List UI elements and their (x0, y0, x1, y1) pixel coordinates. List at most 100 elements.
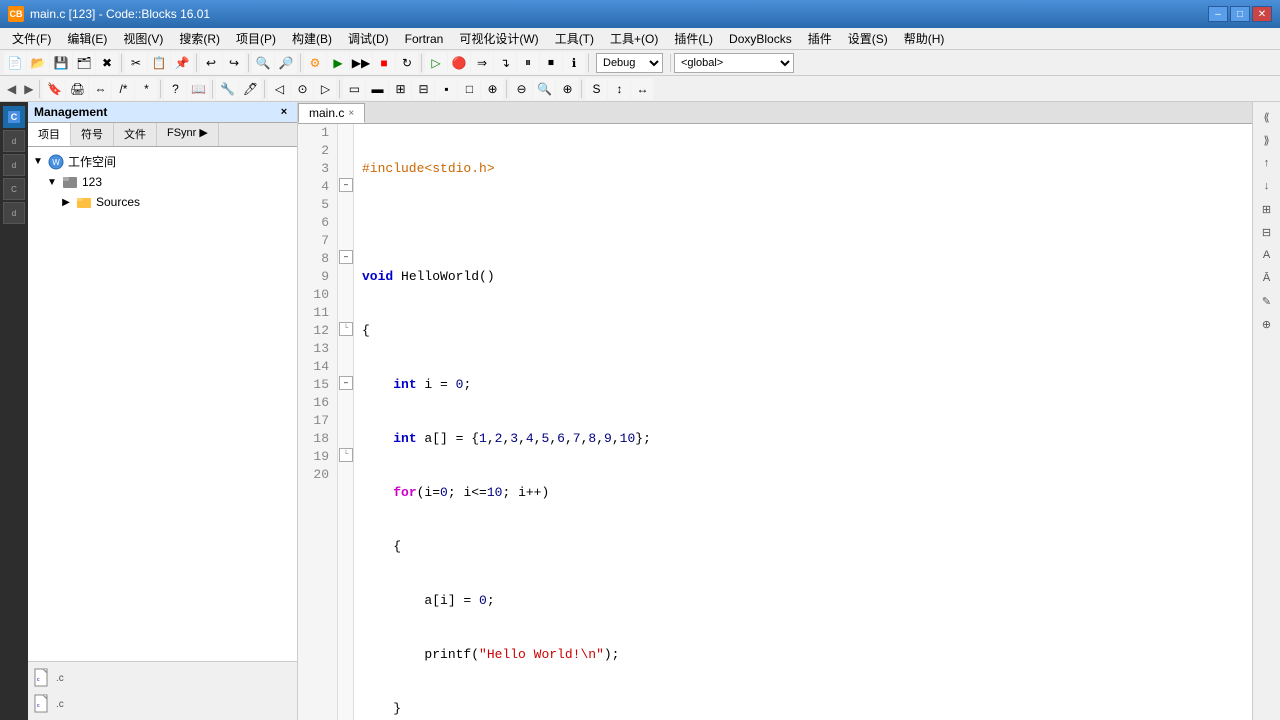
fold-btn-4[interactable]: – (339, 178, 353, 192)
layout-btn6[interactable]: □ (458, 78, 480, 100)
layout-btn5[interactable]: ▪ (435, 78, 457, 100)
code-lines[interactable]: #include<stdio.h> void HelloWorld() { in… (354, 124, 1252, 720)
extra-btn1[interactable]: S (585, 78, 607, 100)
file-icon-2[interactable]: c .c (32, 692, 293, 716)
menu-search[interactable]: 搜索(R) (171, 28, 228, 49)
save-file-button[interactable]: 💾 (50, 52, 72, 74)
maximize-button[interactable]: □ (1230, 6, 1250, 22)
debug-step-button[interactable]: ⇒ (471, 52, 493, 74)
docs-button[interactable]: 📖 (187, 78, 209, 100)
workspace-item[interactable]: ▼ W 工作空间 (32, 151, 293, 172)
undo-button[interactable]: ↩ (200, 52, 222, 74)
file-icon-1[interactable]: c .c (32, 666, 293, 690)
taskbar-icon-2[interactable]: d (3, 130, 25, 152)
build-button[interactable]: ⚙ (304, 52, 326, 74)
zoom-btn3[interactable]: ⊕ (556, 78, 578, 100)
right-icon-6[interactable]: ⊟ (1256, 221, 1278, 243)
menu-settings[interactable]: 设置(S) (840, 28, 896, 49)
run-button[interactable]: ▶ (327, 52, 349, 74)
print-button[interactable]: 🖨 (66, 78, 88, 100)
menu-edit[interactable]: 编辑(E) (59, 28, 115, 49)
layout-btn4[interactable]: ⊟ (412, 78, 434, 100)
menu-view[interactable]: 视图(V) (115, 28, 171, 49)
scope-select[interactable]: <global> (674, 53, 794, 73)
redo-button[interactable]: ↪ (223, 52, 245, 74)
file-tab-main-c[interactable]: main.c × (298, 103, 365, 123)
save-all-button[interactable]: 🗂 (73, 52, 95, 74)
minimize-button[interactable]: – (1208, 6, 1228, 22)
right-icon-10[interactable]: ⊕ (1256, 313, 1278, 335)
debug-mode-select[interactable]: Debug Release (596, 53, 663, 73)
menu-plugin2[interactable]: 插件 (800, 28, 840, 49)
right-icon-5[interactable]: ⊞ (1256, 198, 1278, 220)
right-icon-3[interactable]: ↑ (1256, 152, 1278, 174)
extra-btn3[interactable]: ↔ (631, 78, 653, 100)
copy-button[interactable]: 📋 (148, 52, 170, 74)
debug-run-button[interactable]: ▷ (425, 52, 447, 74)
stop-button[interactable]: ■ (373, 52, 395, 74)
fold-close-19[interactable]: └ (339, 448, 353, 462)
right-icon-8[interactable]: Ā (1256, 267, 1278, 289)
tab-files[interactable]: 文件 (114, 123, 157, 146)
rebuild-button[interactable]: ↻ (396, 52, 418, 74)
tab-project[interactable]: 项目 (28, 123, 71, 146)
diff-button[interactable]: ⇔ (89, 78, 111, 100)
menu-debug[interactable]: 调试(D) (340, 28, 397, 49)
right-icon-1[interactable]: ⟪ (1256, 106, 1278, 128)
extra-btn2[interactable]: ↕ (608, 78, 630, 100)
debug-pause-button[interactable]: ⏸ (517, 52, 539, 74)
management-close-button[interactable]: × (277, 105, 291, 119)
menu-tools[interactable]: 工具(T) (547, 28, 602, 49)
code-container[interactable]: 1 2 3 4 5 6 7 8 9 10 11 12 13 14 15 16 1… (298, 124, 1252, 720)
menu-build[interactable]: 构建(B) (284, 28, 340, 49)
menu-help[interactable]: 帮助(H) (896, 28, 953, 49)
taskbar-icon-3[interactable]: d (3, 154, 25, 176)
nav-btn1[interactable]: ◁ (268, 78, 290, 100)
layout-btn2[interactable]: ▬ (366, 78, 388, 100)
open-file-button[interactable]: 📂 (27, 52, 49, 74)
help-button[interactable]: ? (164, 78, 186, 100)
close-window-button[interactable]: ✕ (1252, 6, 1272, 22)
tab-fsynr[interactable]: FSynr ▶ (157, 123, 219, 146)
zoom-btn1[interactable]: ⊖ (510, 78, 532, 100)
replace-button[interactable]: 🔎 (275, 52, 297, 74)
fold-btn-8[interactable]: – (339, 250, 353, 264)
tools2-btn2[interactable]: 🖊 (239, 78, 261, 100)
project-item[interactable]: ▼ 123 (32, 172, 293, 192)
cut-button[interactable]: ✂ (125, 52, 147, 74)
find-button[interactable]: 🔍 (252, 52, 274, 74)
comment-button[interactable]: /* (112, 78, 134, 100)
build-run-button[interactable]: ▶▶ (350, 52, 372, 74)
menu-project[interactable]: 项目(P) (228, 28, 284, 49)
right-icon-9[interactable]: ✎ (1256, 290, 1278, 312)
tools2-btn1[interactable]: 🔧 (216, 78, 238, 100)
nav-btn3[interactable]: ▷ (314, 78, 336, 100)
bookmark-button[interactable]: 🔖 (43, 78, 65, 100)
right-icon-2[interactable]: ⟫ (1256, 129, 1278, 151)
back-button[interactable]: ◀ (4, 80, 19, 98)
taskbar-icon-5[interactable]: d (3, 202, 25, 224)
fold-close-12[interactable]: └ (339, 322, 353, 336)
taskbar-icon-1[interactable]: C (3, 106, 25, 128)
layout-btn7[interactable]: ⊕ (481, 78, 503, 100)
menu-file[interactable]: 文件(F) (4, 28, 59, 49)
right-icon-4[interactable]: ↓ (1256, 175, 1278, 197)
sources-item[interactable]: ▶ Sources (32, 192, 293, 212)
menu-visual-design[interactable]: 可视化设计(W) (451, 28, 546, 49)
close-file-button[interactable]: ✖ (96, 52, 118, 74)
layout-btn1[interactable]: ▭ (343, 78, 365, 100)
debug-info-button[interactable]: ℹ (563, 52, 585, 74)
file-tab-close-button[interactable]: × (348, 108, 354, 119)
tab-symbols[interactable]: 符号 (71, 123, 114, 146)
menu-fortran[interactable]: Fortran (397, 30, 452, 48)
taskbar-icon-4[interactable]: C (3, 178, 25, 200)
right-icon-7[interactable]: A (1256, 244, 1278, 266)
menu-doxyblocks[interactable]: DoxyBlocks (721, 30, 800, 48)
menu-tools-plus[interactable]: 工具+(O) (602, 28, 666, 49)
breakpoint-button[interactable]: 🔴 (448, 52, 470, 74)
new-file-button[interactable]: 📄 (4, 52, 26, 74)
debug-next-button[interactable]: ↴ (494, 52, 516, 74)
uncomment-button[interactable]: * (135, 78, 157, 100)
forward-button[interactable]: ▶ (21, 80, 36, 98)
layout-btn3[interactable]: ⊞ (389, 78, 411, 100)
